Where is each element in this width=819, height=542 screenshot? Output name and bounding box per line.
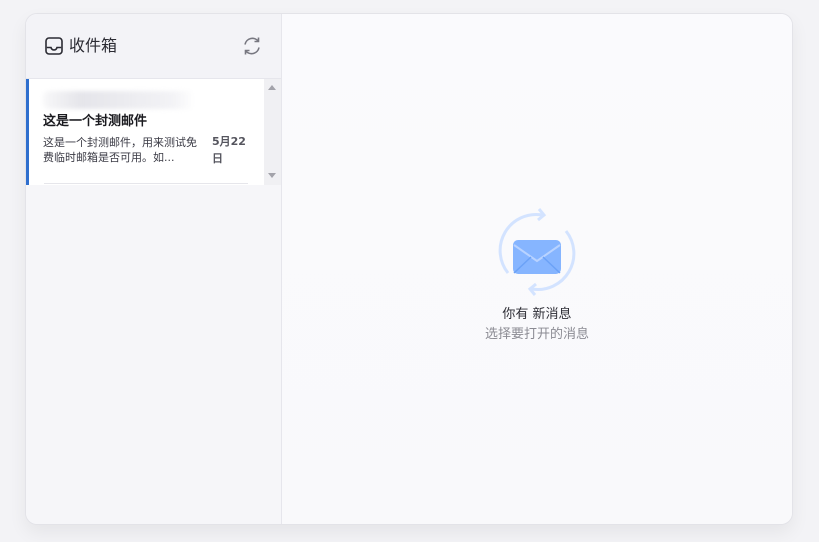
scroll-up-icon[interactable] <box>268 85 276 90</box>
message-list-scrollbar[interactable] <box>264 79 281 185</box>
empty-state-subtitle: 选择要打开的消息 <box>484 327 589 342</box>
inbox-title: 收件箱 <box>69 36 118 55</box>
mail-window: 收件箱 这是一个封测邮件 这是一个封测邮件，用来测试免费临时邮箱是否可用。如..… <box>25 13 793 525</box>
message-pane: 你有 新消息 选择要打开的消息 <box>282 14 792 524</box>
message-date: 5月22日 <box>212 135 246 165</box>
sidebar-header: 收件箱 <box>26 14 281 79</box>
sidebar: 收件箱 这是一个封测邮件 这是一个封测邮件，用来测试免费临时邮箱是否可用。如..… <box>26 14 282 524</box>
message-list: 这是一个封测邮件 这是一个封测邮件，用来测试免费临时邮箱是否可用。如... 5月… <box>26 79 281 185</box>
inbox-icon <box>45 37 63 55</box>
mail-refresh-icon <box>498 208 576 296</box>
refresh-icon[interactable] <box>240 34 264 58</box>
message-divider <box>44 183 248 184</box>
sender-redacted <box>43 91 195 109</box>
message-list-item[interactable]: 这是一个封测邮件 这是一个封测邮件，用来测试免费临时邮箱是否可用。如... 5月… <box>26 79 267 185</box>
message-subject: 这是一个封测邮件 <box>43 114 148 129</box>
message-preview: 这是一个封测邮件，用来测试免费临时邮箱是否可用。如... <box>43 136 197 164</box>
empty-state-title: 你有 新消息 <box>502 307 572 322</box>
scroll-down-icon[interactable] <box>268 173 276 178</box>
